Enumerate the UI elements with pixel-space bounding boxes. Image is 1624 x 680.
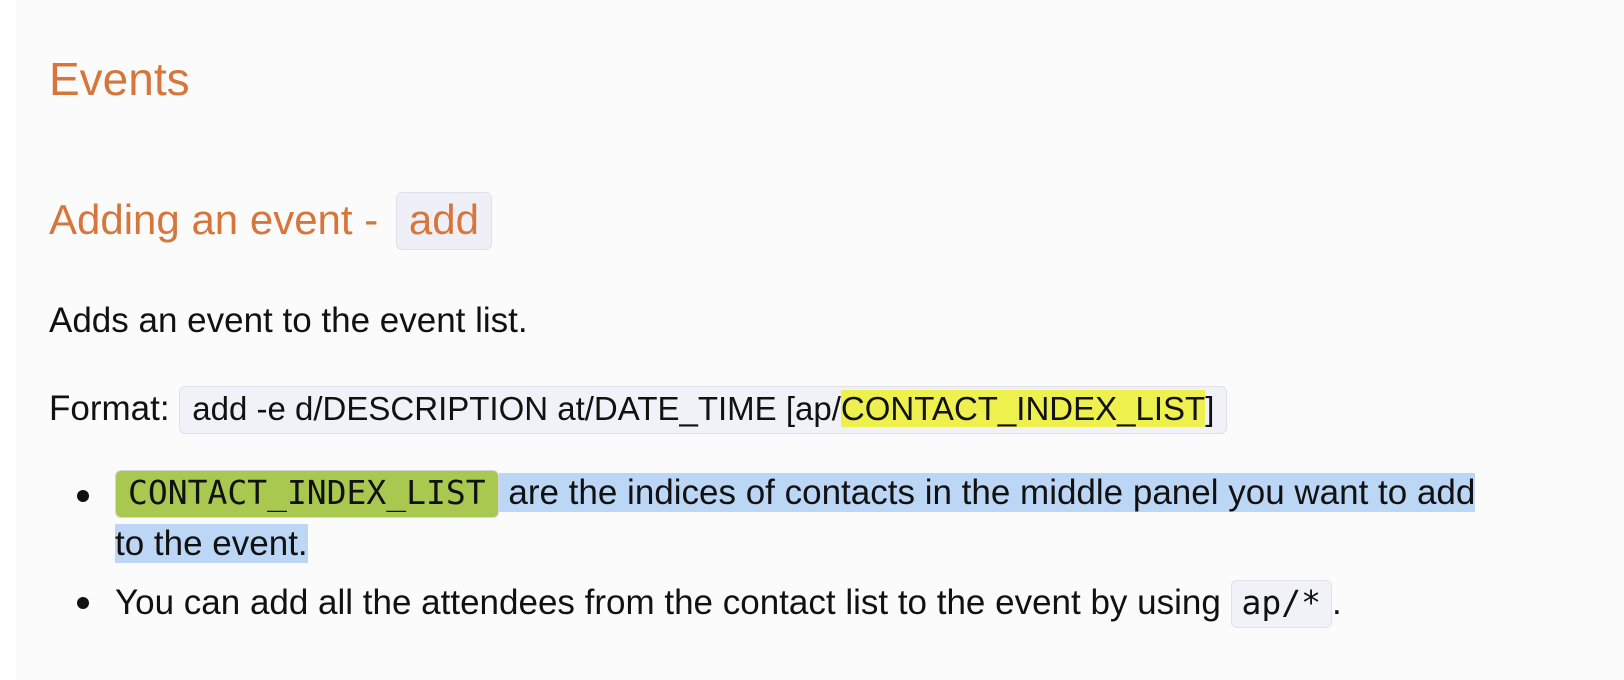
list-item-text: are the indices of contacts in the middl… xyxy=(498,473,1476,512)
list-item-text-continued: to the event. xyxy=(115,524,308,563)
page-title: Events xyxy=(49,53,190,105)
format-code: add -e d/DESCRIPTION at/DATE_TIME [ap/CO… xyxy=(179,386,1228,434)
list-item-continuation: to the event. xyxy=(115,523,308,565)
list-item-text: You can add all the attendees from the c… xyxy=(115,583,1231,622)
format-code-highlight: CONTACT_INDEX_LIST xyxy=(840,390,1206,427)
list-item: You can add all the attendees from the c… xyxy=(115,580,1342,628)
section-title: Adding an event - add xyxy=(49,192,492,251)
format-code-main: add -e d/DESCRIPTION at/DATE_TIME [ap/ xyxy=(192,390,841,427)
section-title-text: Adding an event - xyxy=(49,196,390,243)
document-page: Events Adding an event - add Adds an eve… xyxy=(16,0,1624,680)
contact-index-list-code: CONTACT_INDEX_LIST xyxy=(115,470,499,518)
description-text: Adds an event to the event list. xyxy=(49,301,528,340)
format-label: Format: xyxy=(49,389,180,428)
format-line: Format: add -e d/DESCRIPTION at/DATE_TIM… xyxy=(49,386,1228,434)
bullet-dot xyxy=(77,597,89,609)
format-code-end: ] xyxy=(1205,390,1215,427)
section-title-code: add xyxy=(395,192,492,251)
list-item-suffix: . xyxy=(1332,583,1342,622)
ap-all-code: ap/* xyxy=(1230,580,1333,628)
list-item: CONTACT_INDEX_LIST are the indices of co… xyxy=(115,470,1476,518)
bullet-dot xyxy=(77,490,89,502)
